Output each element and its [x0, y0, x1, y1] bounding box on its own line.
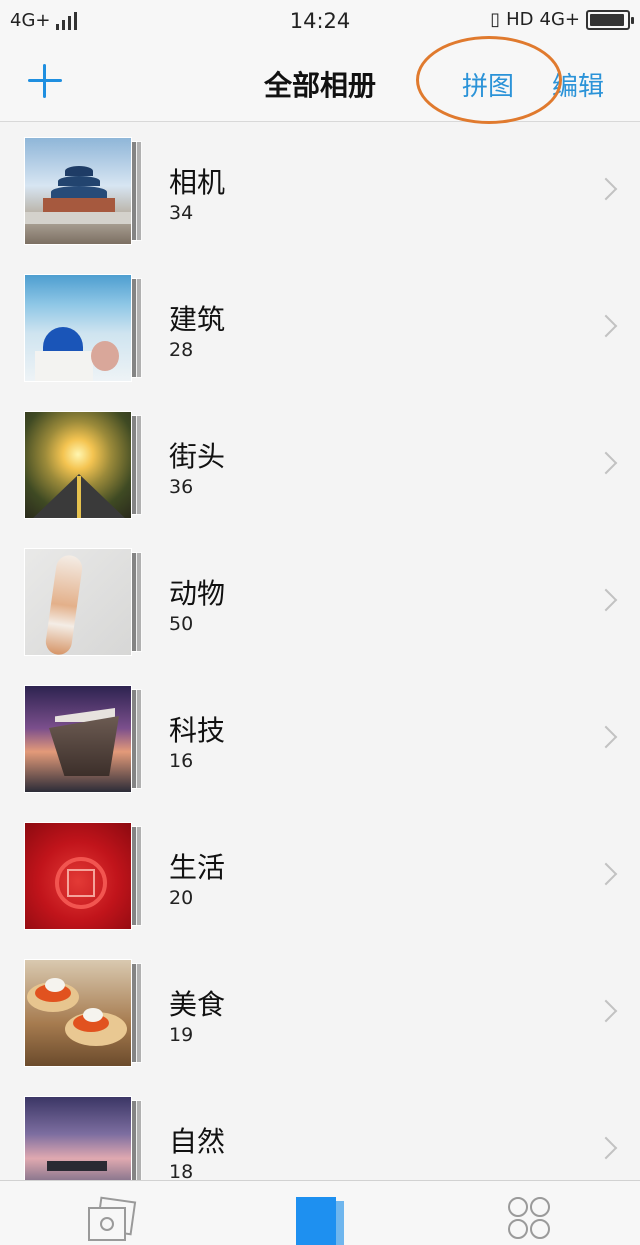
tab-bar [0, 1180, 640, 1245]
chevron-right-icon [594, 314, 618, 338]
album-count: 19 [169, 1024, 194, 1046]
album-thumbnail-stack [24, 822, 144, 930]
album-thumbnail [24, 137, 132, 245]
tab-more[interactable] [500, 1197, 560, 1245]
album-row[interactable]: 生活 20 [0, 808, 640, 945]
album-row[interactable]: 建筑 28 [0, 260, 640, 397]
album-thumbnail-stack [24, 411, 144, 519]
vibrate-icon: ▯ [490, 9, 501, 30]
tab-albums[interactable] [290, 1197, 350, 1245]
status-bar: 4G+ 14:24 ▯ HD 4G+ [0, 0, 640, 42]
album-title: 动物 [169, 577, 226, 610]
chevron-right-icon [594, 451, 618, 475]
album-thumbnail [24, 548, 132, 656]
album-thumbnail-stack [24, 685, 144, 793]
album-row[interactable]: 街头 36 [0, 397, 640, 534]
album-title: 相机 [169, 166, 226, 199]
album-count: 36 [169, 476, 194, 498]
collage-button[interactable]: 拼图 [462, 66, 514, 103]
album-title: 街头 [169, 440, 226, 473]
tab-photos[interactable] [82, 1196, 142, 1245]
album-count: 20 [169, 887, 194, 909]
album-thumbnail-stack [24, 137, 144, 245]
album-thumbnail [24, 685, 132, 793]
album-count: 16 [169, 750, 194, 772]
album-title: 自然 [169, 1125, 226, 1158]
network-type-right: 4G+ [539, 9, 580, 30]
album-thumbnail-stack [24, 274, 144, 382]
chevron-right-icon [594, 725, 618, 749]
chevron-right-icon [594, 588, 618, 612]
album-count: 50 [169, 613, 194, 635]
chevron-right-icon [594, 862, 618, 886]
album-count: 28 [169, 339, 194, 361]
album-title: 建筑 [169, 303, 226, 336]
album-thumbnail [24, 959, 132, 1067]
album-row[interactable]: 美食 19 [0, 945, 640, 1082]
chevron-right-icon [594, 999, 618, 1023]
album-row[interactable]: 相机 34 [0, 123, 640, 260]
album-title: 美食 [169, 988, 226, 1021]
status-right: ▯ HD 4G+ [490, 9, 634, 30]
album-title: 科技 [169, 714, 226, 747]
album-thumbnail-stack [24, 959, 144, 1067]
album-thumbnail [24, 411, 132, 519]
album-thumbnail [24, 822, 132, 930]
nav-bar: 全部相册 拼图 编辑 [0, 42, 640, 122]
hd-label: HD [506, 9, 534, 30]
album-row[interactable]: 科技 16 [0, 671, 640, 808]
page-title: 全部相册 [263, 69, 376, 102]
chevron-right-icon [594, 1136, 618, 1160]
album-row[interactable]: 动物 50 [0, 534, 640, 671]
edit-button[interactable]: 编辑 [552, 66, 604, 103]
chevron-right-icon [594, 177, 618, 201]
album-title: 生活 [169, 851, 226, 884]
battery-icon [586, 9, 634, 30]
album-thumbnail-stack [24, 548, 144, 656]
album-count: 34 [169, 202, 194, 224]
album-thumbnail [24, 274, 132, 382]
